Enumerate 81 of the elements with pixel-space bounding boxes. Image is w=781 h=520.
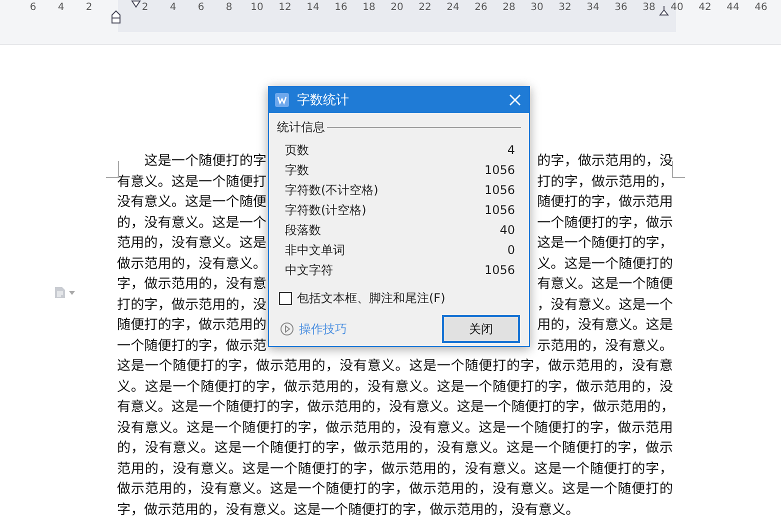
ruler-number: 32 [558, 1, 572, 15]
ruler-number: 18 [362, 1, 376, 15]
ruler-number: 6 [30, 1, 36, 15]
stat-label: 字符数(不计空格) [285, 182, 378, 198]
ruler-number: 40 [670, 1, 684, 15]
document-text-fragment: 范用的，没有意义。这是 [117, 231, 267, 252]
stat-value: 4 [507, 143, 515, 157]
ruler-number: 20 [390, 1, 404, 15]
ruler-number: 14 [306, 1, 320, 15]
document-text-line: 字，做示范用的，没有意义。这是一个随便打的字，做示范用的，没有意义。 [117, 498, 580, 518]
ruler-number: 36 [614, 1, 628, 15]
ruler-number: 26 [474, 1, 488, 15]
stat-label: 段落数 [285, 222, 321, 238]
document-text-fragment: 随便打的字，做示范用的 [117, 313, 267, 334]
indent-marker-icon[interactable] [111, 10, 121, 24]
checkbox-label[interactable]: 包括文本框、脚注和尾注(F) [297, 290, 446, 307]
ruler-number: 28 [502, 1, 516, 15]
stat-label: 非中文单词 [285, 242, 345, 258]
margin-corner [672, 161, 685, 178]
document-text-fragment: 示范用的，没有意义。 [537, 334, 673, 354]
document-text-fragment: 一个随便打的字，做示范 [117, 334, 267, 354]
document-text-line: 义。这是一个随便打的字，做示范用的，没有意义。这是一个随便打的字，做示范用的，没 [117, 374, 673, 395]
document-text-line: 这是一个随便打的字，做示范用的，没有意义。这是一个随便打的字，做示范用的，没有意 [117, 354, 673, 374]
document-text-fragment: 的字，做示范用的，没 [537, 149, 673, 170]
stat-value: 1056 [484, 183, 515, 197]
document-text-fragment: 有意义。这是一个随便打 [117, 170, 267, 190]
ruler-number: 44 [726, 1, 740, 15]
play-circle-icon [280, 322, 294, 336]
ruler-number: 12 [278, 1, 292, 15]
stat-value: 1056 [484, 163, 515, 177]
ruler-number: 24 [446, 1, 460, 15]
document-text-fragment: 有意义。这是一个随便 [537, 272, 673, 292]
ruler-number: 4 [58, 1, 64, 15]
app-logo-icon [275, 93, 289, 107]
stat-value: 40 [500, 223, 515, 237]
dialog-title: 字数统计 [297, 92, 350, 109]
document-text-fragment: 一个随便打的字，做示 [537, 210, 673, 231]
document-text-fragment: 随便打的字，做示范用 [537, 190, 673, 210]
document-text-line: 做示范用的，没有意义。这是一个随便打的字，做示范用的，没有意义。这是一个随便打的 [117, 477, 673, 498]
document-text-fragment: ，没有意义。这是一个 [537, 292, 673, 313]
ruler-number: 22 [418, 1, 432, 15]
ruler-number: 38 [642, 1, 656, 15]
ruler-number: 2 [142, 1, 148, 15]
first-line-indent-icon[interactable] [131, 0, 141, 9]
document-text-fragment: 这是一个随便打的字， [537, 231, 673, 252]
document-text-fragment: 的，没有意义。这是一个 [117, 210, 267, 231]
stat-label: 字符数(计空格) [285, 202, 366, 218]
document-text-line: 的，没有意义。这是一个随便打的字，做示范用的，没有意义。这是一个随便打的字，做示 [117, 436, 673, 456]
right-indent-icon[interactable] [659, 6, 669, 16]
document-text-fragment: 用的，没有意义。这是 [537, 313, 673, 334]
document-text-line: 有意义。这是一个随便打的字，做示范用的，没有意义。这是一个随便打的字，做示范用的， [117, 395, 674, 416]
close-button[interactable]: 关闭 [442, 315, 520, 343]
ruler-number: 34 [586, 1, 600, 15]
ruler-number: 42 [698, 1, 712, 15]
ruler-number: 2 [86, 1, 92, 15]
document-text-fragment: 字，做示范用的，没有意 [117, 272, 267, 292]
ruler-number: 30 [530, 1, 544, 15]
checkbox[interactable] [279, 292, 292, 305]
document-text-line: 范用的，没有意义。这是一个随便打的字，做示范用的，没有意义。这是一个随便打的字， [117, 456, 673, 477]
ruler-number: 10 [250, 1, 264, 15]
stat-value: 1056 [484, 203, 515, 217]
stat-label: 页数 [285, 142, 309, 158]
ruler-number: 46 [754, 1, 768, 15]
ruler-number: 8 [226, 1, 232, 15]
document-text-line: 没有意义。这是一个随便打的字，做示范用的，没有意义。这是一个随便打的字，做示范用 [117, 416, 673, 436]
close-icon[interactable] [507, 92, 523, 108]
stat-label: 中文字符 [285, 262, 333, 278]
document-text-fragment: 这是一个随便打的字 [143, 149, 267, 170]
section-title: 统计信息 [277, 119, 325, 136]
stat-value: 0 [507, 243, 515, 257]
document-text-fragment: 做示范用的，没有意义。 [117, 252, 267, 272]
document-text-fragment: 义。这是一个随便打的 [537, 252, 673, 272]
stat-label: 字数 [285, 162, 309, 178]
ruler-number: 16 [334, 1, 348, 15]
ruler-number: 6 [198, 1, 204, 15]
margin-corner [106, 161, 119, 178]
document-text-fragment: 打的字，做示范用的， [537, 170, 673, 190]
ruler-number: 4 [170, 1, 176, 15]
document-text-fragment: 打的字，做示范用的，没 [117, 292, 267, 313]
document-text-fragment: 没有意义。这是一个随便 [117, 190, 267, 210]
stat-value: 1056 [484, 263, 515, 277]
